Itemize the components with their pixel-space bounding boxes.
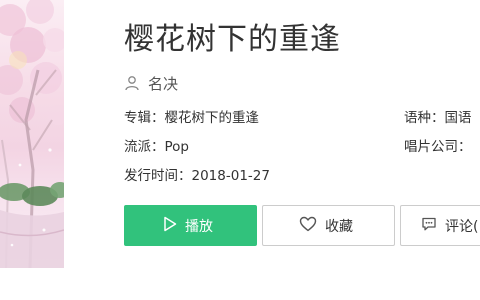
- language-row: 语种：国语: [404, 109, 472, 127]
- artist-name[interactable]: 名决: [148, 73, 178, 94]
- favorite-button[interactable]: 收藏: [262, 205, 395, 246]
- genre-value: Pop: [164, 139, 190, 155]
- comment-label: 评论(: [445, 218, 479, 235]
- release-label: 发行时间：: [124, 168, 192, 184]
- favorite-label: 收藏: [325, 218, 353, 235]
- play-button[interactable]: 播放: [124, 205, 257, 246]
- song-detail-page: 樱花树下的重逢 名决 专辑：樱花树下的重逢 语种：国语 流派：Pop 唱片公司：…: [0, 0, 480, 300]
- play-label: 播放: [185, 218, 213, 235]
- song-title: 樱花树下的重逢: [124, 22, 341, 57]
- album-row: 专辑：樱花树下的重逢: [124, 109, 259, 127]
- album-link[interactable]: 樱花树下的重逢: [165, 110, 260, 126]
- artist-line[interactable]: 名决: [124, 72, 178, 94]
- release-date: 2018-01-27: [191, 168, 270, 184]
- record-company-row: 唱片公司：: [404, 138, 472, 156]
- language-label: 语种：: [404, 110, 445, 126]
- genre-row: 流派：Pop: [124, 138, 189, 156]
- cherry-blossom-artwork: [0, 0, 64, 268]
- heart-icon: [299, 216, 317, 236]
- record-company-label: 唱片公司：: [404, 139, 472, 155]
- album-label: 专辑：: [124, 110, 165, 126]
- release-row: 发行时间：2018-01-27: [124, 167, 270, 185]
- album-cover[interactable]: [0, 0, 64, 268]
- language-value: 国语: [444, 110, 472, 126]
- person-icon: [124, 75, 140, 91]
- genre-label: 流派：: [124, 139, 165, 155]
- comment-icon: [421, 216, 437, 236]
- play-icon: [163, 216, 177, 236]
- comment-button[interactable]: 评论(: [400, 205, 480, 246]
